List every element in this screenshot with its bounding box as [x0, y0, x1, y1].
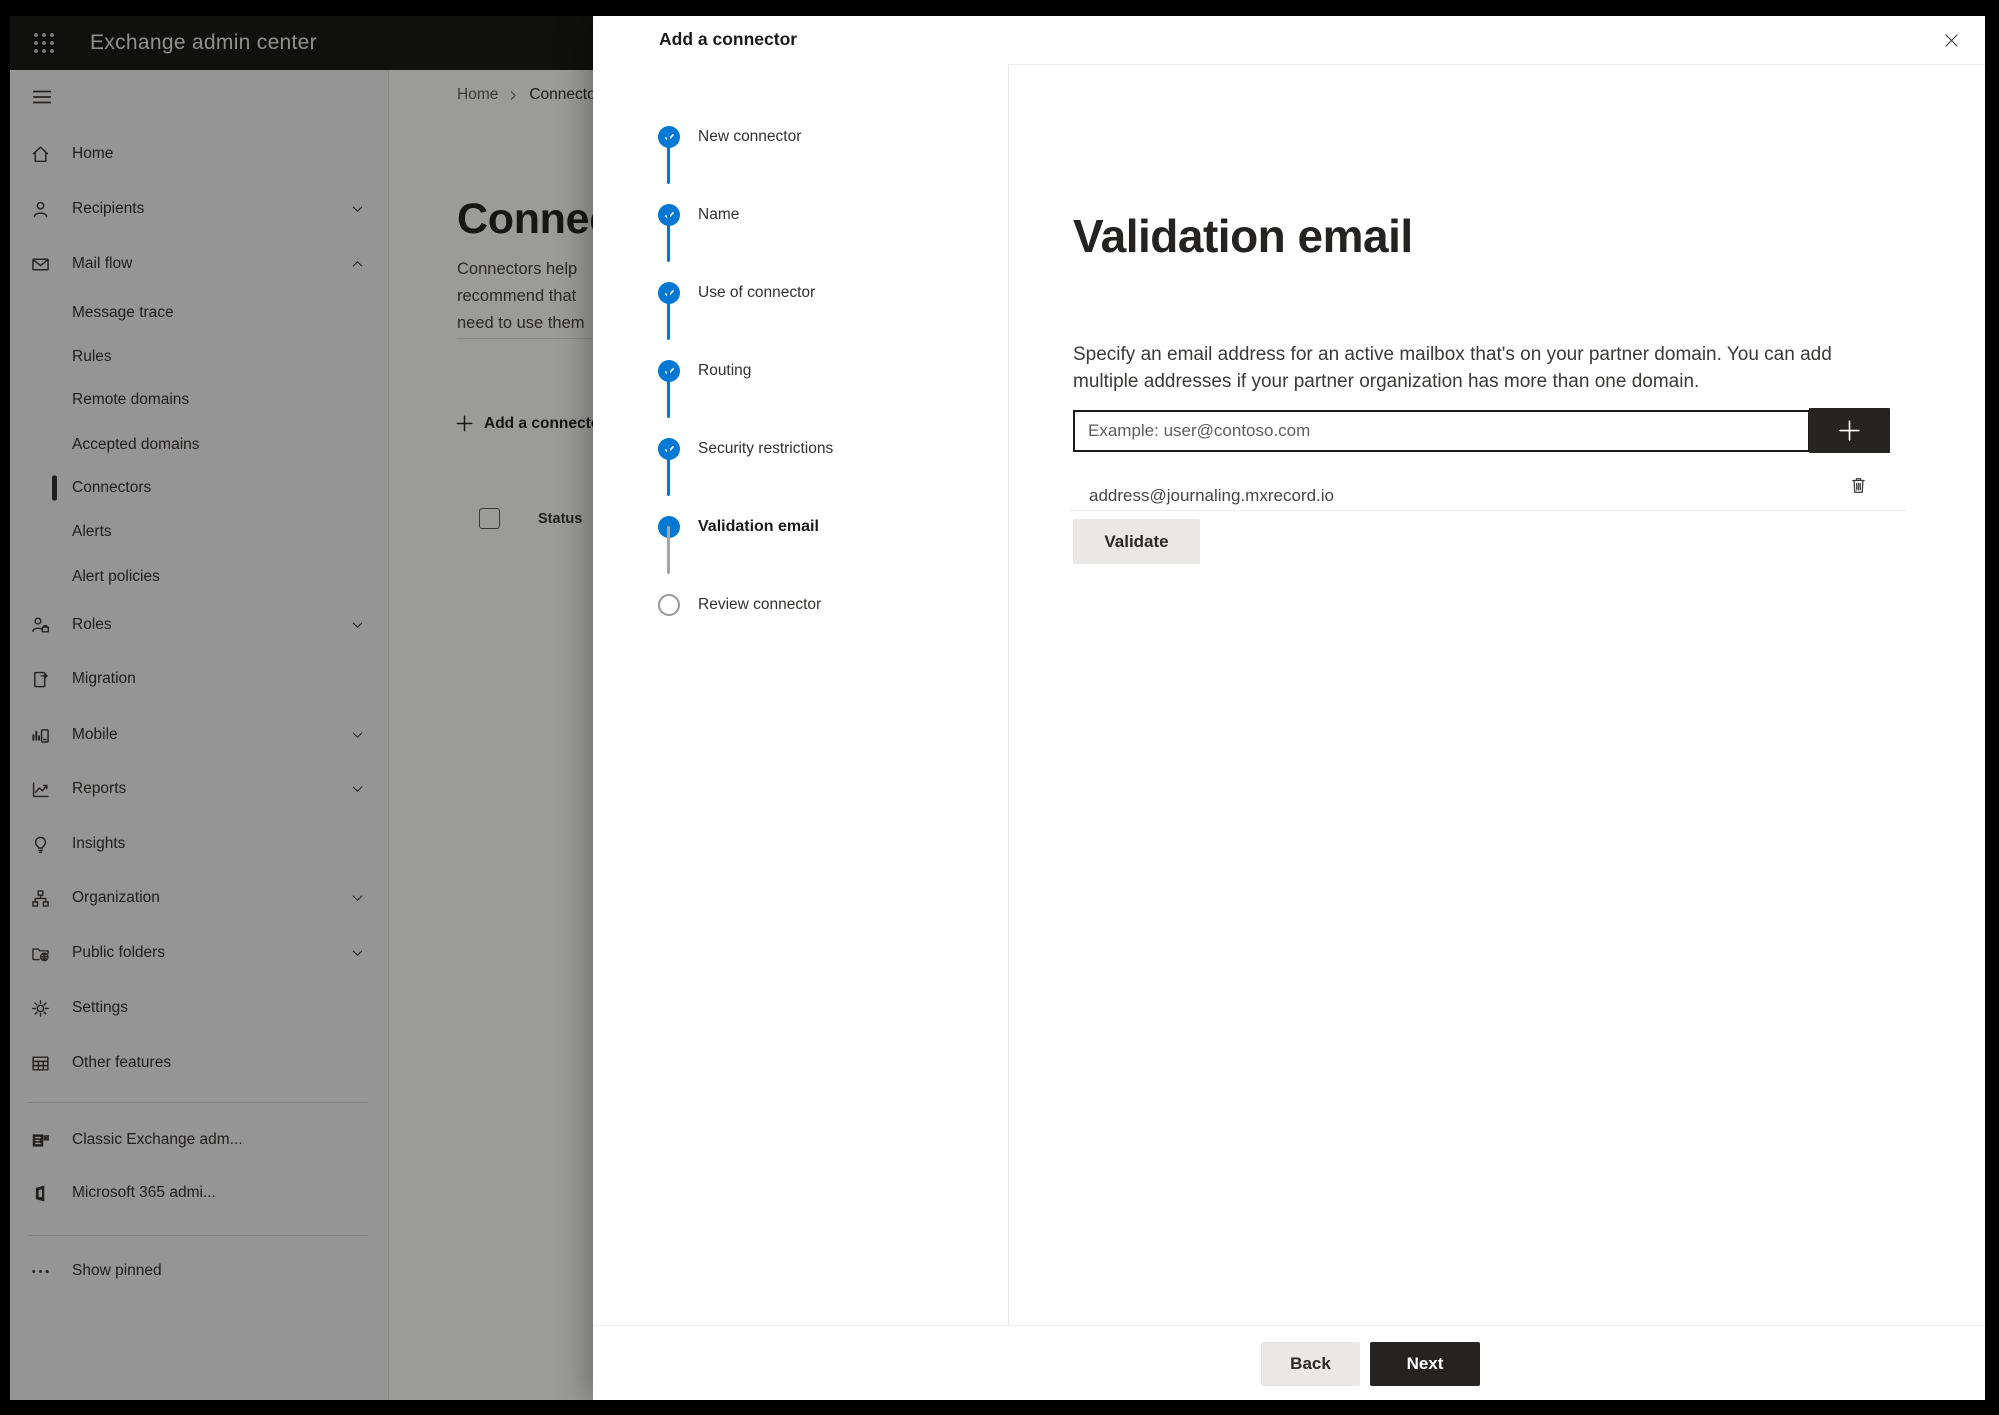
wizard-steps: New connector Name Use of connector Rout…	[593, 64, 1009, 1325]
close-icon	[1944, 33, 1958, 47]
step-connector-line	[667, 526, 670, 574]
panel-header: Add a connector	[593, 16, 1985, 65]
step-description: Specify an email address for an active m…	[1073, 344, 1832, 392]
validate-button[interactable]: Validate	[1073, 519, 1200, 564]
address-list-divider	[1069, 510, 1906, 511]
step-connector-line	[667, 448, 670, 496]
add-email-button[interactable]	[1809, 408, 1890, 453]
add-connector-panel: Add a connector New connector Name Use o…	[593, 16, 1985, 1400]
wizard-step-security-restrictions[interactable]: Security restrictions	[593, 433, 1008, 465]
wizard-step-routing[interactable]: Routing	[593, 355, 1008, 387]
step-todo-icon	[658, 594, 680, 616]
delete-address-button[interactable]	[1841, 468, 1875, 502]
step-connector-line	[667, 292, 670, 340]
validation-email-input[interactable]	[1073, 410, 1810, 452]
wizard-step-new-connector[interactable]: New connector	[593, 121, 1008, 153]
plus-icon	[1839, 420, 1860, 441]
next-button[interactable]: Next	[1370, 1342, 1480, 1386]
step-heading: Validation email	[1073, 209, 1413, 262]
wizard-step-validation-email[interactable]: Validation email	[593, 511, 1008, 543]
step-connector-line	[667, 214, 670, 262]
app-window: Exchange admin center Home Recipients Ma…	[10, 16, 1985, 1400]
step-connector-line	[667, 370, 670, 418]
wizard-step-name[interactable]: Name	[593, 199, 1008, 231]
footer-divider	[593, 1325, 1985, 1326]
validation-email-address: address@journaling.mxrecord.io	[1089, 486, 1334, 505]
step-connector-line	[667, 136, 670, 184]
trash-icon	[1851, 477, 1865, 493]
back-button[interactable]: Back	[1261, 1342, 1360, 1386]
wizard-step-use-of-connector[interactable]: Use of connector	[593, 277, 1008, 309]
panel-title: Add a connector	[659, 29, 798, 49]
close-button[interactable]	[1937, 26, 1965, 54]
wizard-step-review-connector[interactable]: Review connector	[593, 589, 1008, 621]
